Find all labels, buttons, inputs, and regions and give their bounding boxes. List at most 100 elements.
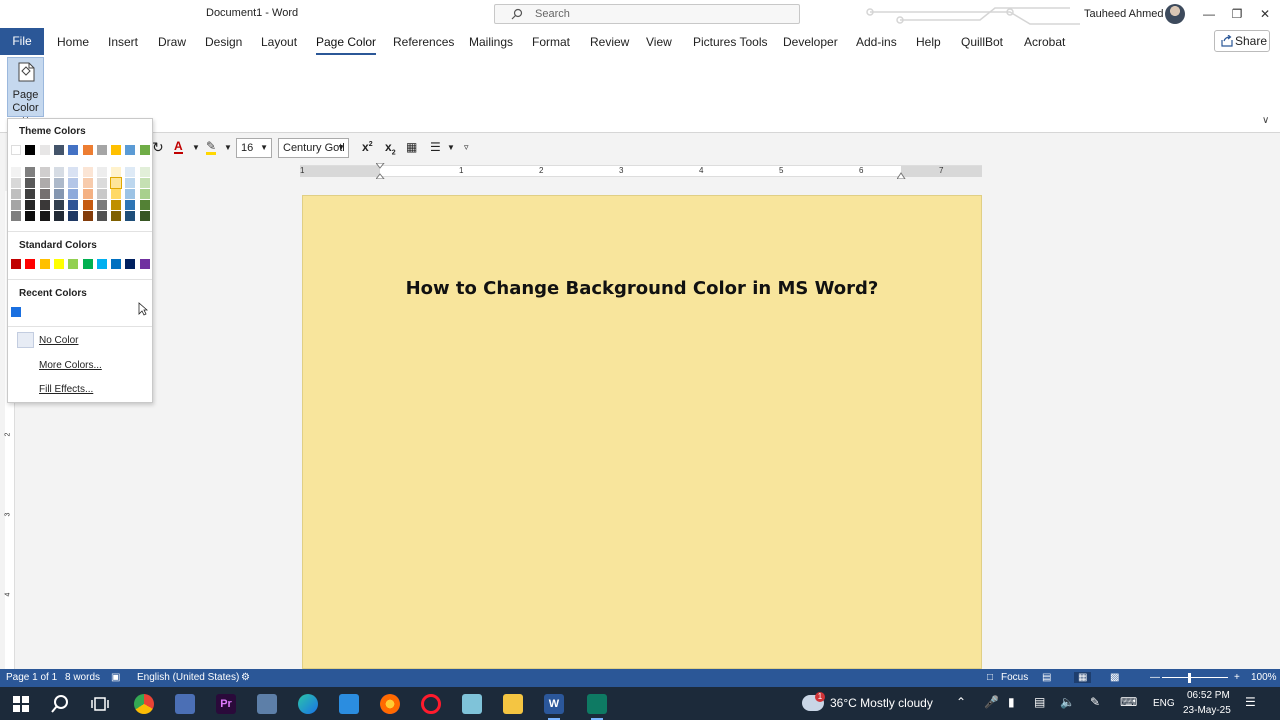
theme-shade-swatch[interactable] — [82, 211, 93, 221]
task-view-icon[interactable] — [90, 694, 110, 714]
focus-icon[interactable]: □ — [987, 672, 993, 683]
share-button[interactable]: Share — [1214, 30, 1270, 52]
zoom-slider[interactable] — [1162, 677, 1228, 678]
word-icon[interactable]: W — [544, 694, 564, 720]
word-count[interactable]: 8 words — [65, 672, 100, 683]
subscript-icon[interactable]: x2 — [385, 140, 396, 156]
theme-shade-swatch[interactable] — [139, 167, 150, 177]
restore-icon[interactable]: ❐ — [1229, 6, 1245, 22]
tab-layout[interactable]: Layout — [261, 35, 297, 49]
tab-design[interactable]: Design — [205, 35, 242, 49]
theme-shade-swatch[interactable] — [68, 178, 79, 188]
tab-mailings[interactable]: Mailings — [469, 35, 513, 49]
keyboard-icon[interactable]: ⌨ — [1120, 695, 1137, 709]
more-colors-option[interactable]: More Colors... — [39, 360, 102, 371]
theme-color-swatch[interactable] — [25, 145, 36, 155]
app-icon[interactable] — [587, 694, 607, 720]
theme-shade-swatch[interactable] — [68, 189, 79, 199]
standard-color-swatch[interactable] — [111, 259, 122, 269]
theme-color-swatch[interactable] — [111, 145, 122, 155]
theme-shade-swatch[interactable] — [11, 167, 21, 177]
collapse-ribbon-icon[interactable]: ∨ — [1262, 115, 1274, 127]
tab-acrobat[interactable]: Acrobat — [1024, 35, 1065, 49]
style-icon[interactable]: ▦ — [406, 140, 417, 154]
proofing-icon[interactable]: ▣ — [111, 672, 120, 683]
standard-color-swatch[interactable] — [96, 259, 107, 269]
theme-shade-swatch[interactable] — [68, 211, 79, 221]
theme-shade-swatch[interactable] — [53, 211, 64, 221]
redo-icon[interactable]: ↻ — [152, 139, 164, 156]
read-mode-icon[interactable]: ▤ — [1042, 672, 1051, 683]
zoom-level[interactable]: 100% — [1251, 672, 1277, 683]
standard-color-swatch[interactable] — [25, 259, 36, 269]
app-icon[interactable] — [462, 694, 482, 714]
standard-color-swatch[interactable] — [139, 259, 150, 269]
theme-shade-swatch[interactable] — [82, 200, 93, 210]
theme-shade-swatch[interactable] — [53, 189, 64, 199]
tab-developer[interactable]: Developer — [783, 35, 838, 49]
tab-help[interactable]: Help — [916, 35, 941, 49]
search-input[interactable]: Search — [494, 4, 800, 24]
theme-shade-swatch[interactable] — [11, 189, 21, 199]
theme-shade-swatch[interactable] — [110, 177, 123, 189]
theme-shade-swatch[interactable] — [25, 178, 36, 188]
standard-color-swatch[interactable] — [53, 259, 64, 269]
font-color-icon[interactable]: A — [174, 140, 183, 154]
document-page[interactable]: How to Change Background Color in MS Wor… — [302, 195, 982, 669]
theme-color-swatch[interactable] — [11, 145, 21, 155]
theme-shade-swatch[interactable] — [11, 211, 21, 221]
theme-shade-swatch[interactable] — [111, 189, 122, 199]
fill-effects-option[interactable]: Fill Effects... — [39, 384, 93, 395]
theme-shade-swatch[interactable] — [139, 178, 150, 188]
theme-shade-swatch[interactable] — [25, 211, 36, 221]
theme-color-swatch[interactable] — [96, 145, 107, 155]
theme-shade-swatch[interactable] — [39, 211, 50, 221]
input-language[interactable]: ENG — [1153, 698, 1175, 709]
theme-shade-swatch[interactable] — [82, 178, 93, 188]
recent-color-swatch[interactable] — [11, 307, 21, 317]
zoom-out-icon[interactable]: — — [1150, 672, 1160, 683]
theme-shade-swatch[interactable] — [139, 189, 150, 199]
font-name-select[interactable]: Century Gotl ▼ — [278, 138, 349, 158]
theme-shade-swatch[interactable] — [53, 178, 64, 188]
opera-icon[interactable] — [421, 694, 441, 714]
theme-shade-swatch[interactable] — [53, 167, 64, 177]
superscript-icon[interactable]: x2 — [362, 140, 373, 154]
theme-shade-swatch[interactable] — [125, 189, 136, 199]
right-indent-icon[interactable] — [897, 169, 906, 179]
edge-icon[interactable] — [298, 694, 318, 714]
theme-shade-swatch[interactable] — [96, 178, 107, 188]
zoom-in-icon[interactable]: + — [1234, 672, 1240, 683]
app-icon[interactable] — [175, 694, 195, 714]
clock-time[interactable]: 06:52 PM — [1187, 690, 1230, 701]
tab-pictures-tools[interactable]: Pictures Tools — [693, 35, 767, 49]
tab-insert[interactable]: Insert — [108, 35, 138, 49]
zoom-slider-thumb[interactable] — [1188, 673, 1191, 683]
microphone-icon[interactable]: 🎤 — [984, 695, 999, 709]
app-icon[interactable] — [339, 694, 359, 714]
theme-shade-swatch[interactable] — [125, 211, 136, 221]
tab-view[interactable]: View — [646, 35, 672, 49]
theme-shade-swatch[interactable] — [96, 200, 107, 210]
tab-home[interactable]: Home — [57, 35, 89, 49]
firefox-icon[interactable] — [380, 694, 400, 714]
theme-shade-swatch[interactable] — [25, 189, 36, 199]
print-layout-icon[interactable]: ▦ — [1074, 672, 1092, 683]
theme-color-swatch[interactable] — [68, 145, 79, 155]
avatar[interactable] — [1165, 4, 1185, 24]
theme-shade-swatch[interactable] — [39, 167, 50, 177]
chrome-icon[interactable] — [134, 694, 154, 714]
tab-quillbot[interactable]: QuillBot — [961, 35, 1003, 49]
tab-draw[interactable]: Draw — [158, 35, 186, 49]
theme-shade-swatch[interactable] — [139, 200, 150, 210]
theme-shade-swatch[interactable] — [11, 200, 21, 210]
tab-add-ins[interactable]: Add-ins — [856, 35, 897, 49]
battery-icon[interactable]: ▮ — [1008, 695, 1015, 709]
theme-color-swatch[interactable] — [82, 145, 93, 155]
tray-overflow-icon[interactable]: ⌃ — [956, 695, 966, 709]
app-icon[interactable] — [257, 694, 277, 714]
standard-color-swatch[interactable] — [39, 259, 50, 269]
theme-shade-swatch[interactable] — [125, 178, 136, 188]
minimize-icon[interactable]: — — [1201, 6, 1217, 22]
page-color-button[interactable]: Page Color ˅ — [7, 57, 44, 127]
